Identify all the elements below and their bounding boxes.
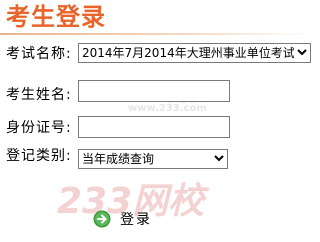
id-label: 身份证号: [6,120,72,136]
page-title: 考生登录 [6,3,106,31]
name-field[interactable] [78,80,230,102]
chevron-down-icon [211,150,227,168]
type-value: 当年成绩查询 [82,152,155,166]
type-label: 登记类别: [6,148,72,164]
login-button[interactable]: 登录 [93,208,152,230]
name-label: 考生姓名: [6,87,72,103]
watermark-url: www.233.com [128,103,207,114]
chevron-down-icon [294,44,310,62]
type-select[interactable]: 当年成绩查询 [78,149,228,169]
id-number-field[interactable] [78,116,230,138]
title-divider [0,33,314,35]
login-label: 登录 [120,212,152,228]
arrow-right-circle-icon [93,210,111,228]
exam-name-label: 考试名称: [6,46,72,62]
exam-name-select[interactable]: 2014年7月2014年大理州事业单位考试 [78,43,311,63]
exam-name-value: 2014年7月2014年大理州事业单位考试 [82,46,295,60]
